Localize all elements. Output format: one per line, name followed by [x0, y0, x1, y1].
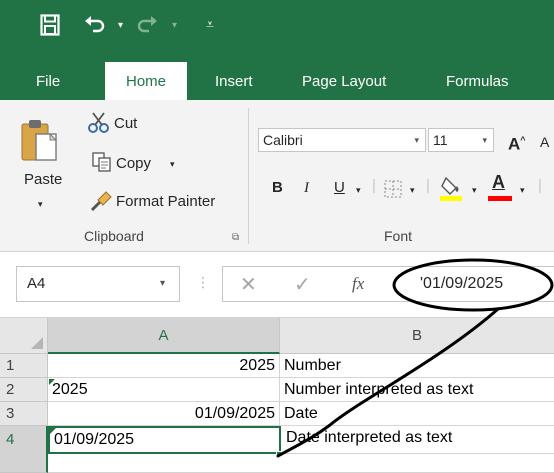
cell-a4[interactable]: 01/09/2025 [48, 426, 281, 454]
tab-formulas[interactable]: Formulas [436, 64, 519, 100]
clipboard-launcher-icon[interactable]: ⧉ [232, 232, 239, 243]
column-header-b[interactable]: B [280, 318, 554, 354]
enter-icon[interactable]: ✓ [294, 272, 311, 297]
separator-bar: | [426, 177, 430, 194]
scissors-icon [88, 112, 109, 133]
tab-file[interactable]: File [26, 64, 70, 100]
select-all-icon [31, 337, 43, 349]
undo-dropdown-icon[interactable]: ▾ [118, 20, 123, 32]
ribbon: Paste ▾ Cut Copy ▾ Format Painter Clipbo… [0, 100, 554, 252]
cell-b4[interactable]: Date interpreted as text [282, 426, 554, 454]
group-separator [248, 108, 249, 244]
copy-button[interactable]: Copy ▾ [92, 150, 202, 176]
grow-font-label: A [508, 134, 521, 154]
name-box-dropdown-icon[interactable]: ▾ [160, 267, 165, 301]
paste-button[interactable]: Paste ▾ [14, 112, 68, 212]
font-name-value: Calibri [263, 132, 303, 148]
grow-font-button[interactable]: A^ [508, 130, 526, 155]
separator-bar: | [538, 177, 542, 194]
cell-b1[interactable]: Number [280, 354, 554, 378]
text-number-indicator[interactable] [50, 428, 56, 434]
customize-qat-icon[interactable]: ⩡ [206, 17, 214, 31]
copy-dropdown-icon[interactable]: ▾ [170, 154, 175, 174]
row-header[interactable]: 4 [0, 426, 48, 473]
formula-input[interactable] [222, 266, 554, 302]
name-box-value: A4 [27, 275, 46, 292]
formula-bar: A4 ▾ ⋮ ✕ ✓ fx '01/09/2025 [0, 252, 554, 318]
clipboard-group-label: Clipboard [84, 228, 144, 244]
bold-button[interactable]: B [272, 178, 283, 198]
font-color-label: A [492, 172, 505, 192]
undo-icon[interactable] [84, 14, 106, 34]
formula-bar-grip-icon[interactable]: ⋮ [196, 274, 210, 291]
paste-dropdown-icon[interactable]: ▾ [38, 194, 43, 214]
separator-bar: | [372, 177, 376, 194]
font-name-dropdown-icon[interactable]: ▾ [414, 129, 419, 151]
shrink-font-label: A [540, 134, 550, 150]
fill-color-dropdown-icon[interactable]: ▾ [472, 180, 477, 200]
save-icon[interactable] [40, 14, 60, 36]
cell-b3[interactable]: Date [280, 402, 554, 426]
text-number-indicator[interactable] [49, 379, 55, 385]
fill-color-icon[interactable] [440, 174, 464, 202]
redo-dropdown-icon[interactable]: ▾ [172, 20, 177, 32]
underline-button[interactable]: U [334, 178, 345, 198]
row-header[interactable]: 1 [0, 354, 48, 378]
cut-button[interactable]: Cut [88, 110, 158, 136]
tab-insert[interactable]: Insert [205, 64, 263, 100]
cell-a1[interactable]: 2025 [48, 354, 280, 378]
font-name-select[interactable]: Calibri ▾ [258, 128, 426, 152]
format-painter-label: Format Painter [116, 193, 216, 210]
row-5-placeholder [48, 454, 554, 473]
shrink-font-button[interactable]: A [540, 132, 549, 152]
font-size-select[interactable]: 11 ▾ [428, 128, 494, 152]
cancel-icon[interactable]: ✕ [240, 272, 257, 297]
cell-a3[interactable]: 01/09/2025 [48, 402, 280, 426]
ribbon-tab-bar: File Home Insert Page Layout Formulas [0, 52, 554, 100]
cut-label: Cut [114, 115, 138, 132]
paste-icon [21, 120, 58, 161]
font-size-value: 11 [433, 132, 448, 148]
font-group-label: Font [384, 228, 413, 244]
row-header[interactable]: 2 [0, 378, 48, 402]
underline-dropdown-icon[interactable]: ▾ [356, 180, 361, 200]
format-painter-icon [90, 191, 112, 212]
insert-function-icon[interactable]: fx [352, 274, 364, 294]
select-all-corner[interactable] [0, 318, 48, 354]
paste-label: Paste [24, 171, 63, 188]
font-color-swatch [488, 196, 512, 201]
font-size-dropdown-icon[interactable]: ▾ [482, 129, 487, 151]
row-header[interactable]: 3 [0, 402, 48, 426]
column-header-a[interactable]: A [48, 318, 280, 354]
cell-b2[interactable]: Number interpreted as text [280, 378, 554, 402]
copy-icon [92, 152, 111, 172]
formula-value: '01/09/2025 [420, 275, 504, 292]
font-color-dropdown-icon[interactable]: ▾ [520, 180, 525, 200]
tab-page-layout[interactable]: Page Layout [292, 64, 396, 100]
redo-icon[interactable] [136, 14, 158, 34]
borders-icon[interactable] [384, 180, 402, 198]
font-color-button[interactable]: A [492, 172, 505, 192]
format-painter-button[interactable]: Format Painter [90, 188, 240, 214]
name-box[interactable]: A4 ▾ [16, 266, 180, 302]
borders-dropdown-icon[interactable]: ▾ [410, 180, 415, 200]
cell-a2[interactable]: 2025 [48, 378, 280, 402]
copy-label: Copy [116, 155, 152, 172]
title-bar: ▾ ▾ ⩡ [0, 0, 554, 52]
tab-home[interactable]: Home [105, 62, 187, 100]
worksheet-grid: A B 1 2025 Number 2 2025 Number interpre… [0, 318, 554, 473]
italic-button[interactable]: I [304, 178, 309, 198]
